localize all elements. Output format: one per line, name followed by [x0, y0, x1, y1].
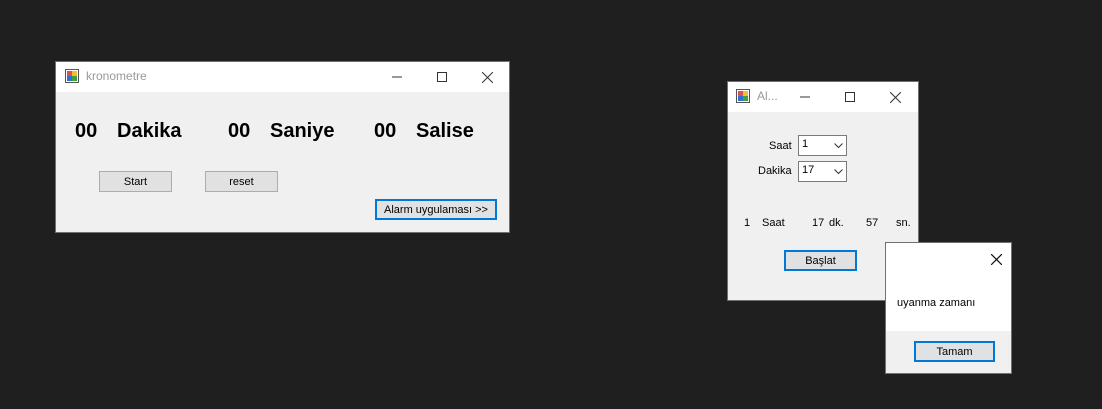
remaining-hours-unit: Saat [762, 217, 785, 229]
maximize-button[interactable] [833, 85, 867, 109]
minute-select[interactable]: 17 [798, 161, 847, 182]
message-footer: Tamam [886, 331, 1011, 373]
windows-form-icon [65, 69, 79, 83]
message-box: uyanma zamanı Tamam [885, 242, 1012, 374]
maximize-button[interactable] [425, 65, 459, 89]
remaining-hours: 1 [744, 217, 751, 229]
close-icon [990, 253, 1002, 265]
hour-label: Saat [769, 140, 792, 152]
remaining-minutes-unit: dk. [829, 217, 844, 229]
close-button[interactable] [986, 249, 1006, 269]
remaining-minutes: 17 [812, 217, 825, 229]
minute-label: Dakika [758, 165, 792, 177]
ms-value: 00 [374, 120, 397, 142]
seconds-label: Saniye [270, 120, 335, 142]
close-button[interactable] [470, 65, 504, 89]
window-title: Al... [757, 89, 778, 103]
minimize-button[interactable] [788, 85, 822, 109]
reset-button[interactable]: reset [205, 171, 278, 192]
hour-select-value: 1 [802, 138, 809, 150]
maximize-icon [845, 92, 855, 102]
remaining-seconds: 57 [866, 217, 879, 229]
hour-select[interactable]: 1 [798, 135, 847, 156]
title-bar[interactable]: Al... [728, 82, 918, 112]
alarm-app-button[interactable]: Alarm uygulaması >> [375, 199, 497, 220]
seconds-value: 00 [228, 120, 251, 142]
minute-select-value: 17 [802, 164, 815, 176]
minutes-value: 00 [75, 120, 98, 142]
ok-button[interactable]: Tamam [914, 341, 995, 362]
chevron-down-icon [834, 143, 843, 149]
start-alarm-button[interactable]: Başlat [784, 250, 857, 271]
minimize-button[interactable] [380, 65, 414, 89]
minutes-label: Dakika [117, 120, 182, 142]
window-title: kronometre [86, 69, 147, 83]
close-button[interactable] [878, 85, 912, 109]
start-button[interactable]: Start [99, 171, 172, 192]
title-bar[interactable]: kronometre [56, 62, 509, 92]
message-text: uyanma zamanı [897, 297, 976, 309]
minimize-icon [392, 76, 402, 78]
remaining-seconds-unit: sn. [896, 217, 911, 229]
windows-form-icon [736, 89, 750, 103]
minimize-icon [800, 96, 810, 98]
close-icon [481, 71, 493, 83]
maximize-icon [437, 72, 447, 82]
chevron-down-icon [834, 169, 843, 175]
ms-label: Salise [416, 120, 474, 142]
kronometre-window: kronometre 00 Dakika 00 Saniye 00 Salise… [55, 61, 510, 233]
close-icon [889, 91, 901, 103]
